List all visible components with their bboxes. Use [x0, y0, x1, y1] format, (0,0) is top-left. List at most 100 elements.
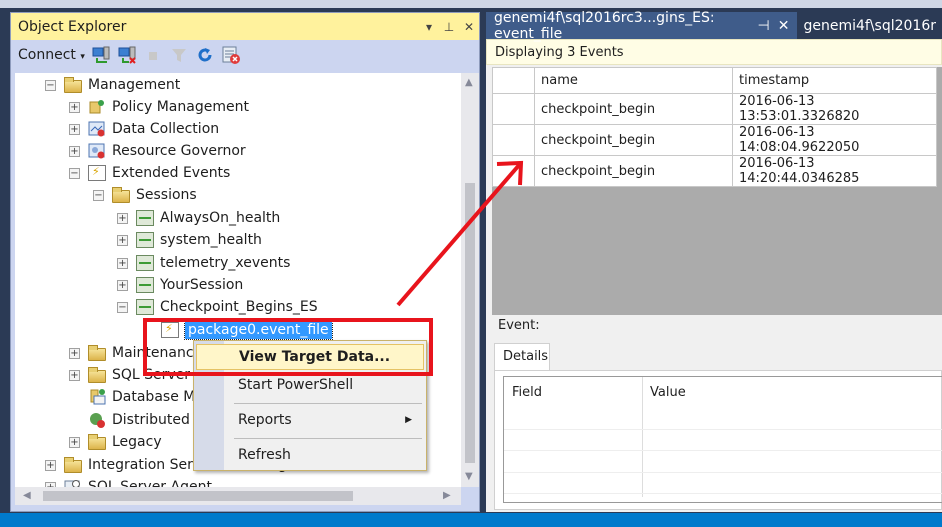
tree-node-session[interactable]: + YourSession — [117, 274, 243, 296]
tree-node-label: Policy Management — [112, 99, 249, 115]
folder-icon — [112, 186, 130, 203]
info-bar: Displaying 3 Events — [486, 39, 942, 65]
cell-name: checkpoint_begin — [534, 155, 733, 187]
tree-node-extended-events[interactable]: − Extended Events — [69, 162, 230, 184]
database-mail-icon — [88, 389, 106, 405]
tree-node-policy-management[interactable]: + Policy Management — [69, 96, 249, 118]
filter-icon[interactable] — [169, 45, 189, 65]
collapse-icon[interactable]: − — [69, 167, 80, 179]
expand-icon[interactable]: + — [69, 436, 80, 448]
column-header-timestamp[interactable]: timestamp — [732, 67, 937, 94]
session-icon — [136, 232, 154, 248]
close-icon[interactable]: ✕ — [459, 20, 479, 34]
document-tabs: genemi4f\sql2016rc3...gins_ES: event_fil… — [486, 9, 942, 42]
tab-event-file[interactable]: genemi4f\sql2016rc3...gins_ES: event_fil… — [486, 9, 798, 42]
tab-label: genemi4f\sql2016rc3...gins_ES: event_fil… — [494, 9, 715, 42]
folder-icon — [88, 344, 106, 361]
scroll-up-icon[interactable]: ▲ — [465, 77, 473, 88]
tree-node-label: system_health — [160, 232, 262, 248]
table-row[interactable]: checkpoint_begin 2016-06-13 14:08:04.9622… — [492, 124, 937, 156]
event-count-text: Displaying 3 Events — [495, 44, 624, 60]
tree-node-sessions[interactable]: − Sessions — [93, 184, 197, 206]
tree-horizontal-scrollbar[interactable]: ◀ ▶ — [15, 487, 461, 505]
tree-node-legacy[interactable]: + Legacy — [69, 431, 162, 453]
expand-icon[interactable]: + — [69, 101, 80, 113]
pin-icon[interactable]: ⊥ — [439, 20, 459, 34]
connect-label: Connect — [18, 47, 76, 63]
close-tab-icon[interactable]: ✕ — [778, 18, 790, 34]
row-selector[interactable] — [492, 155, 535, 187]
scroll-right-icon[interactable]: ▶ — [443, 490, 451, 501]
tree-node-management[interactable]: − Management — [45, 74, 180, 96]
tree-node-sql-server-agent[interactable]: + SQL Server Agent — [45, 476, 212, 487]
tree-node-session[interactable]: − Checkpoint_Begins_ES — [117, 296, 318, 318]
tree-node-resource-governor[interactable]: + Resource Governor — [69, 140, 246, 162]
pin-icon[interactable]: ⊣ — [758, 18, 770, 34]
tree-node-label: SQL Server Agent — [88, 479, 212, 487]
chevron-down-icon: ▾ — [80, 52, 85, 62]
expand-icon[interactable]: + — [117, 234, 128, 246]
submenu-arrow-icon: ▶ — [405, 415, 412, 425]
tree-node-data-collection[interactable]: + Data Collection — [69, 118, 219, 140]
expand-icon[interactable]: + — [45, 459, 56, 471]
activity-monitor-icon[interactable] — [221, 45, 241, 65]
folder-icon — [64, 456, 82, 473]
disconnect-server-icon[interactable] — [117, 45, 137, 65]
expand-icon[interactable]: + — [69, 123, 80, 135]
collapse-icon[interactable]: − — [45, 79, 56, 91]
tree-node-label: telemetry_xevents — [160, 255, 291, 271]
window-position-dropdown-icon[interactable]: ▾ — [419, 20, 439, 34]
collapse-icon[interactable]: − — [117, 301, 128, 313]
row-selector[interactable] — [492, 93, 535, 125]
grid-line — [504, 472, 942, 473]
tree-node-label: Checkpoint_Begins_ES — [160, 299, 318, 315]
expand-icon[interactable]: + — [117, 279, 128, 291]
table-row[interactable]: checkpoint_begin 2016-06-13 14:20:44.0346… — [492, 155, 937, 187]
menu-item-reports[interactable]: Reports ▶ — [196, 407, 424, 433]
column-divider — [642, 377, 643, 497]
expand-icon[interactable]: + — [117, 257, 128, 269]
tree-node-label: Management — [88, 77, 181, 93]
tree-node-session[interactable]: + AlwaysOn_health — [117, 207, 280, 229]
scroll-left-icon[interactable]: ◀ — [23, 490, 31, 501]
scrollbar-thumb[interactable] — [465, 183, 475, 463]
events-table: name timestamp checkpoint_begin 2016-06-1… — [492, 67, 937, 187]
cell-name: checkpoint_begin — [534, 93, 733, 125]
expand-icon[interactable]: + — [69, 369, 80, 381]
annotation-highlight-box — [143, 318, 433, 376]
tree-node-label: Data Collection — [112, 121, 220, 137]
menu-item-refresh[interactable]: Refresh — [196, 442, 424, 468]
column-header-field[interactable]: Field — [512, 377, 542, 407]
tree-node-label: YourSession — [160, 277, 244, 293]
expand-icon[interactable]: + — [117, 212, 128, 224]
cell-timestamp: 2016-06-13 14:20:44.0346285 — [732, 155, 937, 187]
cell-name: checkpoint_begin — [534, 124, 733, 156]
event-label: Event: — [498, 318, 540, 333]
tab-details[interactable]: Details — [494, 343, 550, 371]
column-header-value[interactable]: Value — [650, 377, 686, 407]
resource-governor-icon — [88, 143, 106, 159]
column-header-name[interactable]: name — [534, 67, 733, 94]
folder-icon — [88, 433, 106, 450]
connect-server-icon[interactable] — [91, 45, 111, 65]
scrollbar-thumb[interactable] — [43, 491, 353, 501]
tree-vertical-scrollbar[interactable]: ▲ ▼ — [461, 73, 479, 487]
collapse-icon[interactable]: − — [93, 189, 104, 201]
row-selector[interactable] — [492, 124, 535, 156]
table-row[interactable]: checkpoint_begin 2016-06-13 13:53:01.3326… — [492, 93, 937, 125]
connect-button[interactable]: Connect ▾ — [18, 47, 85, 63]
scroll-down-icon[interactable]: ▼ — [465, 471, 473, 482]
tab-label: genemi4f\sql2016r — [803, 17, 936, 34]
policy-management-icon — [88, 99, 106, 115]
stop-icon[interactable] — [143, 45, 163, 65]
refresh-icon[interactable] — [195, 45, 215, 65]
expand-icon[interactable]: + — [69, 347, 80, 359]
expand-icon[interactable]: + — [69, 145, 80, 157]
tree-node-session[interactable]: + telemetry_xevents — [117, 252, 290, 274]
extended-events-icon — [88, 165, 106, 181]
grid-line — [504, 429, 942, 430]
object-explorer-title: Object Explorer — [18, 18, 127, 35]
tree-node-session[interactable]: + system_health — [117, 229, 262, 251]
tab-secondary[interactable]: genemi4f\sql2016r — [797, 18, 942, 34]
object-explorer-toolbar: Connect ▾ — [11, 40, 479, 70]
